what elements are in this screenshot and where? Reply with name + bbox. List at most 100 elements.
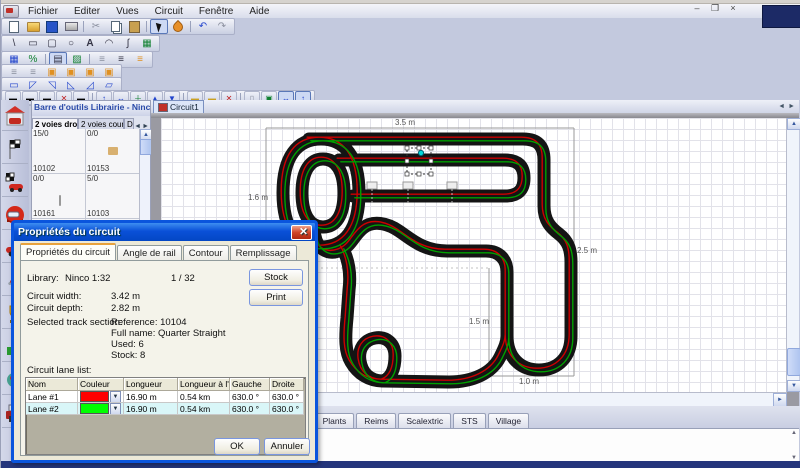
image-tool-button[interactable]: ▦	[138, 36, 156, 51]
dialog-tab-panel: Library: Ninco 1:32 1 / 32 Stock Print C…	[20, 260, 309, 456]
cut-button[interactable]: ✂	[87, 19, 105, 34]
circuit-width-label: Circuit width:	[27, 291, 81, 302]
col-couleur[interactable]: Couleur	[78, 378, 124, 391]
race-start-icon[interactable]	[2, 168, 28, 197]
dim-left-label: 1.6 m	[248, 193, 268, 202]
select-cursor-button[interactable]	[150, 19, 168, 34]
copy-button[interactable]	[106, 19, 124, 34]
lane1-color-swatch	[80, 391, 109, 402]
fill-bucket-button[interactable]	[169, 19, 187, 34]
save-button[interactable]	[43, 19, 61, 34]
lane-scale-length: 0.54 km	[178, 403, 230, 415]
document-tab-circuit1[interactable]: Circuit1	[153, 100, 204, 113]
new-file-button[interactable]	[5, 19, 23, 34]
accessory-tab-plants[interactable]: Plants	[315, 413, 355, 428]
lane-row-1[interactable]: Lane #1 ▼ 16.90 m 0.54 km 630.0 ° 630.0 …	[26, 391, 305, 403]
print-button[interactable]	[62, 19, 80, 34]
item-ref: 10103	[87, 209, 109, 218]
section-full-name: Full name: Quarter Straight	[111, 328, 226, 339]
color-dropdown-icon[interactable]: ▼	[110, 391, 121, 403]
acc-scroll-up-icon[interactable]: ▲	[791, 430, 797, 436]
menu-fenetre[interactable]: Fenêtre	[192, 5, 240, 18]
col-gauche[interactable]: Gauche	[230, 378, 270, 391]
lane-length: 16.90 m	[124, 391, 178, 403]
scroll-right-icon[interactable]: ►	[773, 393, 787, 407]
v-scroll-thumb[interactable]	[787, 348, 800, 376]
redo-button[interactable]: ↷	[213, 19, 231, 34]
scroll-down-icon[interactable]: ▼	[787, 380, 800, 392]
print-button[interactable]: Print	[249, 289, 303, 306]
close-icon[interactable]: ×	[727, 3, 739, 14]
rotation-handle[interactable]	[418, 150, 423, 155]
circuit-depth-label: Circuit depth:	[27, 303, 83, 314]
lane-right-turns: 630.0 °	[270, 391, 304, 403]
accessory-tab-reims[interactable]: Reims	[356, 413, 396, 428]
undo-button[interactable]: ↶	[194, 19, 212, 34]
library-panel-title: Barre d'outils Librairie - Ninco 1:32	[32, 101, 150, 116]
application-window: Fichier Editer Vues Circuit Fenêtre Aide…	[0, 0, 800, 468]
library-item[interactable]: 5/0 10103	[86, 174, 140, 219]
arc-tool-button[interactable]: ◠	[100, 36, 118, 51]
document-icon	[158, 103, 168, 112]
curve-tool-button[interactable]: ∫	[119, 36, 137, 51]
garage-icon[interactable]	[2, 102, 28, 131]
menu-editer[interactable]: Editer	[67, 5, 107, 18]
accessory-tab-sts[interactable]: STS	[453, 413, 486, 428]
ellipse-tool-button[interactable]: ○	[62, 36, 80, 51]
scroll-up-icon[interactable]: ▲	[787, 118, 800, 130]
lane-row-2[interactable]: Lane #2 ▼ 16.90 m 0.54 km 630.0 ° 630.0 …	[26, 403, 305, 415]
race-flag-icon[interactable]	[2, 135, 28, 164]
line-tool-button[interactable]: \	[5, 36, 23, 51]
vertical-scrollbar[interactable]: ▲ ▼	[786, 118, 799, 392]
item-ref: 10153	[87, 164, 109, 173]
track-piece-thumb	[59, 195, 61, 206]
lane-left-turns: 630.0 °	[230, 391, 270, 403]
menu-vues[interactable]: Vues	[109, 5, 145, 18]
page-indicator: 1 / 32	[171, 273, 195, 284]
dim-right-label: 2.5 m	[577, 246, 597, 255]
dialog-tab-rail-angle[interactable]: Angle de rail	[117, 245, 182, 261]
paste-button[interactable]	[125, 19, 143, 34]
cancel-button[interactable]: Annuler	[264, 438, 310, 455]
circuit-depth-value: 2.82 m	[111, 303, 140, 314]
accessory-scroll[interactable]: ▲ ▼	[789, 429, 799, 462]
col-nom[interactable]: Nom	[26, 378, 78, 391]
ok-button[interactable]: OK	[214, 438, 260, 455]
library-item[interactable]: 0/0 10153	[86, 129, 140, 174]
doc-tab-right-icon[interactable]: ►	[788, 103, 795, 110]
lane-name: Lane #2	[26, 403, 78, 415]
rounded-rect-tool-button[interactable]: ▢	[43, 36, 61, 51]
dialog-tab-contour[interactable]: Contour	[183, 245, 229, 261]
open-file-button[interactable]	[24, 19, 42, 34]
circuit-properties-dialog: Propriétés du circuit ✕ Propriétés du ci…	[11, 238, 318, 463]
minimize-icon[interactable]: –	[691, 3, 703, 14]
menu-fichier[interactable]: Fichier	[21, 5, 65, 18]
library-item[interactable]: 15/0 10102	[32, 129, 86, 174]
color-dropdown-icon[interactable]: ▼	[110, 403, 121, 415]
col-longueur-echelle[interactable]: Longueur à l'...	[178, 378, 230, 391]
dialog-title-bar[interactable]: Propriétés du circuit ✕	[11, 220, 318, 241]
text-tool-button[interactable]: A	[81, 36, 99, 51]
col-longueur[interactable]: Longueur	[124, 378, 178, 391]
lane-list-label: Circuit lane list:	[27, 365, 91, 376]
section-used: Used: 6	[111, 339, 144, 350]
library-item[interactable]: 0/0 10161	[32, 174, 86, 219]
align-color-button[interactable]: ≡	[131, 52, 149, 67]
lane2-color-swatch	[80, 403, 109, 414]
dialog-close-icon[interactable]: ✕	[291, 225, 312, 240]
col-droite[interactable]: Droite	[270, 378, 304, 391]
dialog-tab-properties[interactable]: Propriétés du circuit	[20, 243, 116, 261]
dialog-tab-fill[interactable]: Remplissage	[230, 245, 297, 261]
accessory-tab-village[interactable]: Village	[488, 413, 529, 428]
restore-icon[interactable]: ❐	[709, 3, 721, 14]
accessory-tab-scalextric[interactable]: Scalextric	[398, 413, 451, 428]
library-label: Library:	[27, 273, 59, 284]
toolbar-standard: ✂ ↶ ↷	[1, 18, 235, 35]
stock-button[interactable]: Stock	[249, 269, 303, 286]
lane-right-turns: 630.0 °	[270, 403, 304, 415]
menu-aide[interactable]: Aide	[242, 5, 276, 18]
lane-left-turns: 630.0 °	[230, 403, 270, 415]
rectangle-tool-button[interactable]: ▭	[24, 36, 42, 51]
menu-circuit[interactable]: Circuit	[148, 5, 190, 18]
doc-tab-left-icon[interactable]: ◄	[778, 103, 785, 110]
